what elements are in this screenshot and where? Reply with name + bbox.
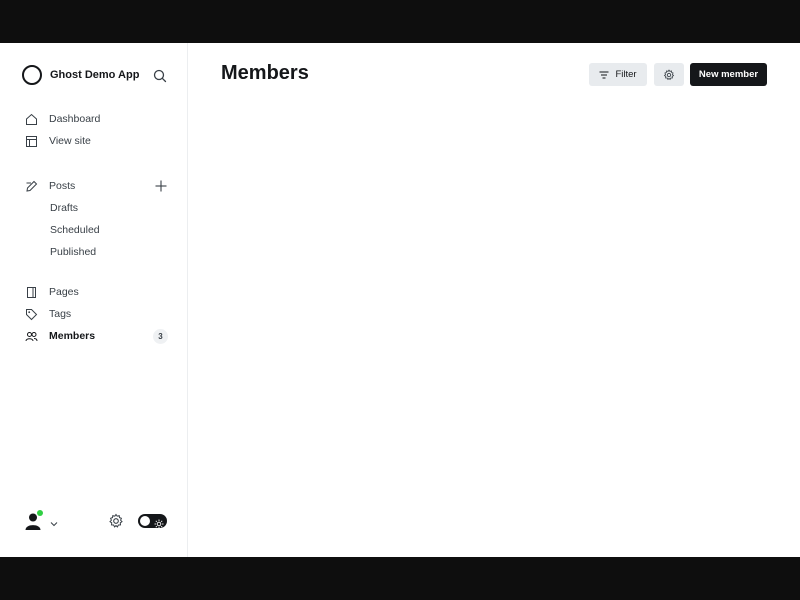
nav-label: Drafts — [50, 202, 79, 214]
new-member-button[interactable]: New member — [690, 63, 767, 86]
nav-label: Dashboard — [49, 113, 101, 125]
nav-label: Scheduled — [50, 224, 100, 236]
filter-button[interactable]: Filter — [589, 63, 647, 86]
nav-label: Members — [49, 330, 96, 342]
settings-gear-icon[interactable] — [108, 513, 124, 529]
nav-posts: Posts Drafts Scheduled Published — [24, 175, 170, 263]
search-icon[interactable] — [152, 68, 168, 84]
nav-label: Posts — [49, 180, 76, 192]
page-icon — [24, 285, 38, 299]
nav-label: Published — [50, 246, 97, 258]
nav-item-published[interactable]: Published — [24, 241, 170, 263]
app-window: Ghost Demo App Dashboard View site Posts… — [0, 43, 800, 557]
main-content: Members Filter New member — [188, 43, 800, 557]
brand-logo-icon — [22, 65, 42, 85]
chevron-down-icon[interactable] — [49, 516, 59, 527]
brand-name: Ghost Demo App — [50, 69, 140, 81]
members-count-badge: 3 — [153, 329, 168, 344]
members-settings-button[interactable] — [654, 63, 684, 86]
add-post-icon[interactable] — [154, 179, 168, 193]
sidebar: Ghost Demo App Dashboard View site Posts… — [0, 43, 188, 557]
nav-item-drafts[interactable]: Drafts — [24, 197, 170, 219]
filter-label: Filter — [615, 69, 637, 80]
nav-item-scheduled[interactable]: Scheduled — [24, 219, 170, 241]
nav-item-members[interactable]: Members 3 — [24, 325, 170, 347]
tag-icon — [24, 307, 38, 321]
nav-item-posts[interactable]: Posts — [24, 175, 170, 197]
sun-icon — [154, 516, 164, 529]
nav-label: View site — [49, 135, 91, 147]
nav-item-tags[interactable]: Tags — [24, 303, 170, 325]
nav-item-pages[interactable]: Pages — [24, 281, 170, 303]
nav-label: Tags — [49, 308, 72, 320]
online-status-icon — [37, 510, 43, 516]
page-title: Members — [221, 62, 309, 84]
nav-item-view-site[interactable]: View site — [24, 130, 170, 152]
layout-icon — [24, 134, 38, 148]
filter-icon — [599, 71, 609, 78]
nav-label: Pages — [49, 286, 79, 298]
members-icon — [24, 329, 38, 343]
brand[interactable]: Ghost Demo App — [22, 65, 139, 85]
dark-mode-toggle[interactable] — [138, 514, 167, 529]
user-avatar[interactable] — [24, 510, 43, 531]
gear-icon — [663, 68, 675, 80]
nav-primary: Dashboard View site — [24, 108, 170, 152]
pencil-icon — [24, 179, 38, 193]
home-icon — [24, 112, 38, 126]
nav-secondary: Pages Tags Members 3 — [24, 281, 170, 347]
toggle-knob — [140, 516, 150, 526]
sidebar-footer — [22, 510, 168, 533]
nav-item-dashboard[interactable]: Dashboard — [24, 108, 170, 130]
